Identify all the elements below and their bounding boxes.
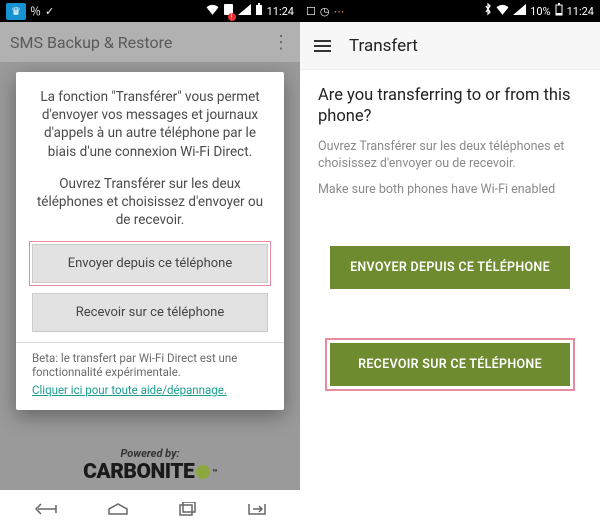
battery-icon bbox=[555, 3, 563, 19]
appbar-right: Transfert bbox=[300, 22, 600, 70]
transfer-dialog: La fonction "Transférer" vous permet d'e… bbox=[16, 72, 284, 410]
sim-error-icon: ! bbox=[223, 3, 234, 19]
bluetooth-icon bbox=[484, 3, 492, 19]
overflow-menu-icon[interactable]: ⋮ bbox=[272, 32, 290, 53]
dialog-paragraph-1: La fonction "Transférer" vous permet d'e… bbox=[32, 88, 268, 161]
app-title: SMS Backup & Restore bbox=[10, 33, 172, 52]
transfer-icon[interactable] bbox=[247, 500, 267, 521]
wifi-icon bbox=[496, 4, 509, 18]
dialog-divider bbox=[16, 342, 284, 343]
dialog-paragraph-2: Ouvrez Transférer sur les deux téléphone… bbox=[32, 175, 268, 230]
back-icon[interactable] bbox=[33, 500, 57, 521]
transfer-question: Are you transferring to or from this pho… bbox=[318, 86, 582, 127]
powered-by-label: Powered by: bbox=[120, 447, 179, 460]
send-from-phone-button[interactable]: ENVOYER DEPUIS CE TÉLÉPHONE bbox=[330, 246, 570, 289]
right-content: Are you transferring to or from this pho… bbox=[300, 70, 600, 402]
battery-text: 10% bbox=[530, 5, 550, 18]
appbar-left: SMS Backup & Restore ⋮ bbox=[0, 22, 300, 62]
carbonite-logo: CARBONITE™ bbox=[83, 460, 217, 484]
status-bar-right: ☐ ◷ ⋯ 10% 11:24 bbox=[300, 0, 600, 22]
crown-icon: ♛ bbox=[6, 3, 26, 20]
battery-icon bbox=[255, 3, 263, 19]
phone-right: ☐ ◷ ⋯ 10% 11:24 Transfert Are bbox=[300, 0, 600, 530]
status-bar-left: ♛ ％ ✓ ! 11:24 bbox=[0, 0, 300, 22]
navigation-bar bbox=[0, 490, 300, 530]
page-title: Transfert bbox=[349, 36, 418, 56]
instruction-text-1: Ouvrez Transférer sur les deux téléphone… bbox=[318, 139, 582, 172]
phone-left: ♛ ％ ✓ ! 11:24 SMS Backup & Restore ⋮ Pow… bbox=[0, 0, 300, 530]
receive-on-phone-button[interactable]: RECEVOIR SUR CE TÉLÉPHONE bbox=[330, 343, 570, 386]
clock-icon: ◷ bbox=[320, 5, 330, 18]
percent-icon: ％ bbox=[30, 3, 41, 19]
receive-on-phone-button[interactable]: Recevoir sur ce téléphone bbox=[32, 293, 268, 332]
help-link[interactable]: Cliquer ici pour toute aide/dépannage. bbox=[32, 383, 227, 397]
beta-text: Beta: le transfert par Wi-Fi Direct est … bbox=[32, 351, 268, 380]
signal-icon bbox=[513, 4, 526, 18]
status-time: 11:24 bbox=[267, 5, 294, 18]
wifi-icon bbox=[206, 4, 219, 18]
square-icon: ☐ bbox=[306, 5, 316, 18]
loading-icon: ⋯ bbox=[333, 5, 344, 18]
check-icon: ✓ bbox=[45, 5, 54, 18]
instruction-text-2: Make sure both phones have Wi-Fi enabled bbox=[318, 182, 582, 198]
home-icon[interactable] bbox=[107, 500, 129, 521]
recent-icon[interactable] bbox=[179, 500, 197, 521]
status-time: 11:24 bbox=[567, 5, 594, 18]
signal-icon bbox=[238, 4, 251, 18]
send-from-phone-button[interactable]: Envoyer depuis ce téléphone bbox=[32, 244, 268, 283]
hamburger-menu-icon[interactable] bbox=[314, 40, 331, 52]
